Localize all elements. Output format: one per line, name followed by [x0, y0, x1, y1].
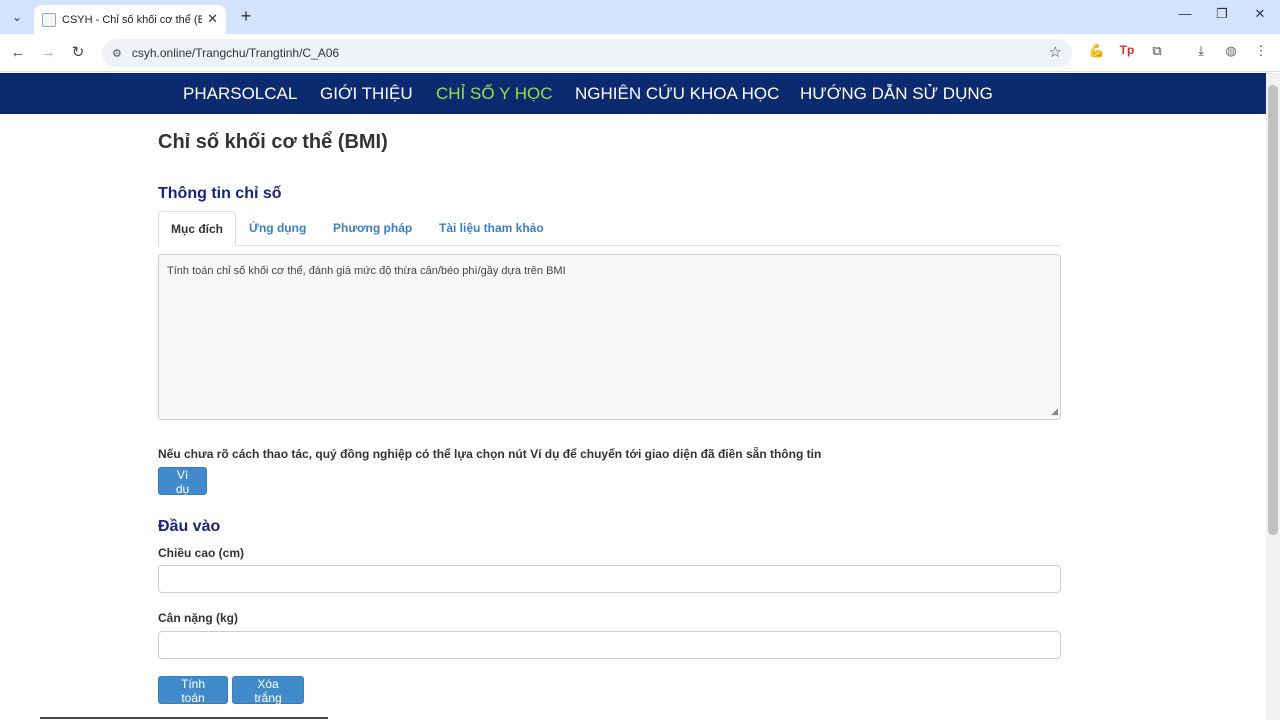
star-icon[interactable]: ☆ [1049, 43, 1062, 61]
window-close-icon[interactable]: ✕ [1245, 6, 1275, 22]
kebab-menu-icon[interactable]: ⋮ [1250, 43, 1272, 59]
minimize-icon[interactable]: — [1170, 6, 1200, 21]
puzzle-icon[interactable]: ⧉ [1146, 43, 1168, 59]
back-arrow-icon[interactable]: ← [7, 42, 29, 64]
info-section-title: Thông tin chỉ số [158, 185, 282, 202]
tab-title: CSYH - Chỉ số khối cơ thể (BMI) [62, 13, 202, 26]
nav-item-chi-so-y-hoc[interactable]: CHỈ SỐ Y HỌC [436, 84, 553, 104]
input-section-title: Đầu vào [158, 518, 221, 535]
browser-tab[interactable]: CSYH - Chỉ số khối cơ thể (BMI) ✕ [34, 5, 226, 34]
weight-label: Cân nặng (kg) [158, 611, 238, 625]
scrollbar-thumb[interactable] [1268, 85, 1278, 535]
close-icon[interactable]: ✕ [207, 11, 218, 27]
page-scrollbar[interactable] [1266, 73, 1280, 720]
nav-item-huong-dan-su-dung[interactable]: HƯỚNG DẪN SỬ DỤNG [800, 84, 993, 104]
reload-icon[interactable]: ↻ [67, 42, 89, 64]
nav-item-pharsolcal[interactable]: PHARSOLCAL [183, 84, 297, 104]
bottom-divider [40, 717, 328, 719]
profile-icon[interactable]: ◍ [1220, 43, 1242, 59]
height-label: Chiều cao (cm) [158, 546, 245, 560]
page-viewport: PHARSOLCAL GIỚI THIỆU CHỈ SỐ Y HỌC NGHIÊ… [0, 73, 1266, 720]
restore-icon[interactable]: ❐ [1207, 6, 1237, 22]
description-textarea[interactable]: Tính toán chỉ số khối cơ thể, đánh giá m… [158, 254, 1061, 420]
calculate-button[interactable]: Tính toán [158, 676, 228, 705]
forward-arrow-icon[interactable]: → [37, 42, 59, 64]
tab-tai-lieu-tham-khao[interactable]: Tài liệu tham khảo [427, 211, 556, 246]
plus-icon[interactable]: + [236, 6, 256, 27]
nav-item-nghien-cuu-khoa-hoc[interactable]: NGHIÊN CỨU KHOA HỌC [575, 84, 779, 104]
tab-ung-dung[interactable]: Ứng dụng [237, 211, 318, 246]
download-icon[interactable]: ⤓ [1190, 43, 1212, 59]
extension-tp-icon[interactable]: Tp [1116, 43, 1138, 57]
site-navbar: PHARSOLCAL GIỚI THIỆU CHỈ SỐ Y HỌC NGHIÊ… [0, 73, 1266, 114]
page-title: Chỉ số khối cơ thể (BMI) [158, 131, 388, 153]
url-text[interactable]: csyh.online/Trangchu/Trangtinh/C_A06 [132, 46, 339, 60]
page-favicon-icon [42, 12, 56, 27]
browser-tabstrip: ⌄ CSYH - Chỉ số khối cơ thể (BMI) ✕ + — … [0, 0, 1280, 34]
browser-toolbar: ← → ↻ ⚙ csyh.online/Trangchu/Trangtinh/C… [0, 34, 1280, 72]
weight-input[interactable] [158, 631, 1061, 659]
address-bar[interactable]: ⚙ csyh.online/Trangchu/Trangtinh/C_A06 ☆ [102, 39, 1072, 67]
nav-item-gioi-thieu[interactable]: GIỚI THIỆU [320, 84, 413, 104]
site-info-icon[interactable]: ⚙ [112, 47, 122, 60]
extension-muscle-icon[interactable]: 💪 [1086, 43, 1108, 59]
description-text: Tính toán chỉ số khối cơ thể, đánh giá m… [167, 265, 566, 277]
tab-muc-dich[interactable]: Mục đích [158, 211, 237, 247]
height-input[interactable] [158, 565, 1061, 593]
usage-hint: Nếu chưa rõ cách thao tác, quý đồng nghi… [158, 447, 822, 461]
chevron-down-icon[interactable]: ⌄ [6, 6, 28, 28]
example-button[interactable]: Ví dụ [158, 467, 207, 496]
tab-phuong-phap[interactable]: Phương pháp [321, 211, 424, 246]
info-tabs: Mục đích Ứng dụng Phương pháp Tài liệu t… [158, 211, 1060, 247]
clear-button[interactable]: Xóa trắng [232, 676, 304, 705]
resize-grip-icon[interactable]: ◢ [1051, 406, 1058, 417]
